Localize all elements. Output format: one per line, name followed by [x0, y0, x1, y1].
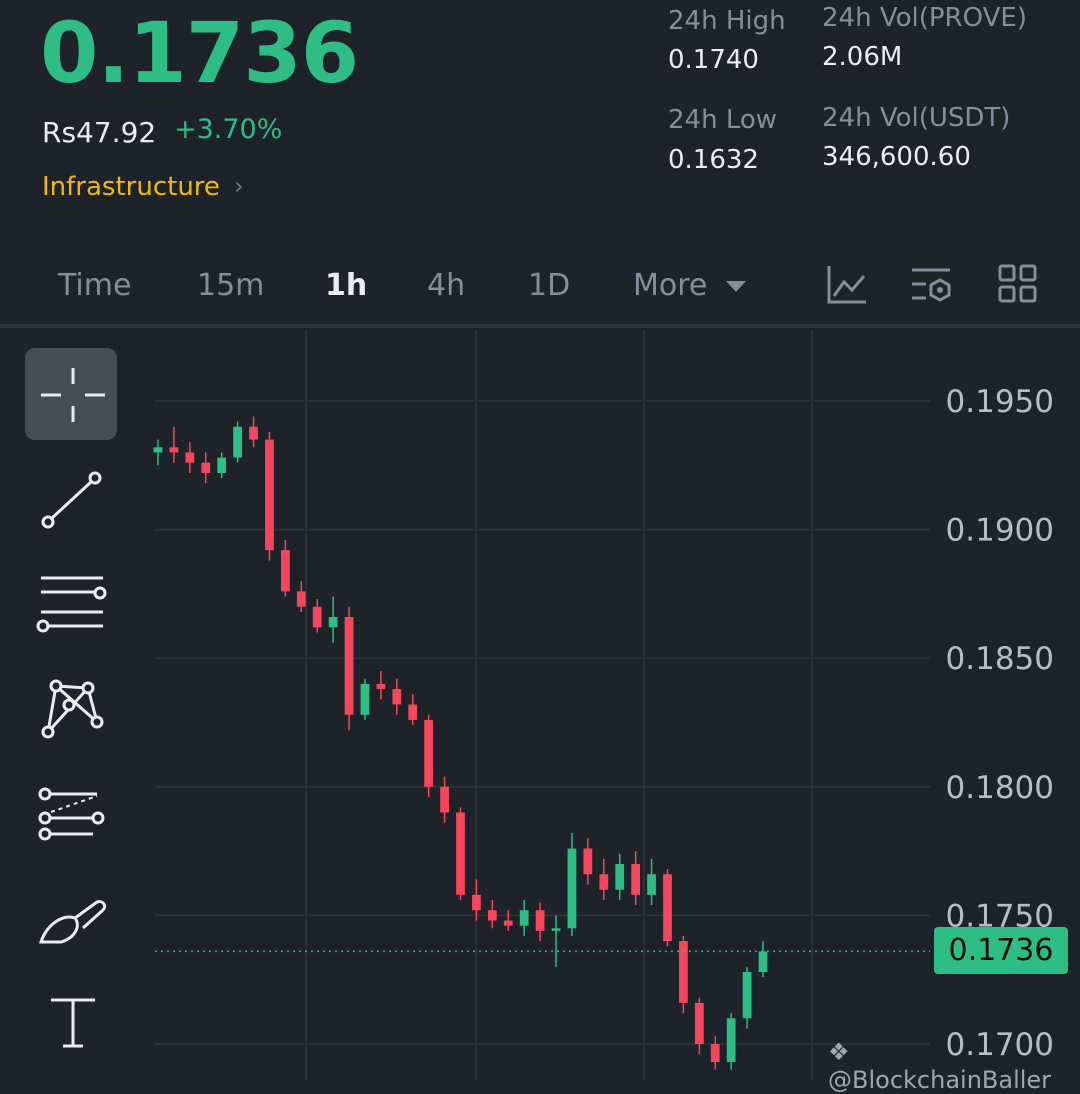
- candle-body: [344, 617, 354, 715]
- candle-body: [599, 874, 609, 890]
- candle-body: [487, 910, 497, 921]
- caret-down-icon: [725, 280, 746, 292]
- candle-body: [376, 683, 386, 690]
- horizontal-lines-icon: [36, 576, 107, 633]
- candle-body: [201, 462, 211, 474]
- y-tick-label: 0.1850: [946, 641, 1054, 677]
- tab-15m[interactable]: 15m: [197, 268, 264, 303]
- y-tick-label: 0.1900: [946, 513, 1054, 549]
- text-tool[interactable]: [25, 978, 117, 1070]
- tab-4h[interactable]: 4h: [427, 268, 465, 303]
- candle-body: [233, 426, 242, 458]
- candle-body: [265, 439, 274, 551]
- fiat-price: Rs47.92: [42, 116, 157, 149]
- tab-1d[interactable]: 1D: [528, 268, 570, 303]
- candle-body: [424, 719, 434, 787]
- category-link[interactable]: Infrastructure: [42, 172, 220, 202]
- tab-more[interactable]: More: [633, 268, 747, 303]
- candle-body: [583, 848, 593, 875]
- low-value: 0.1632: [668, 145, 759, 175]
- candle-body: [535, 910, 545, 931]
- candle-body: [647, 874, 656, 895]
- binance-logo-icon: ❖: [828, 1038, 850, 1066]
- text-tool-icon: [51, 998, 95, 1048]
- high-label: 24h High: [668, 6, 786, 36]
- tab-time[interactable]: Time: [58, 268, 131, 303]
- candle-body: [185, 452, 195, 463]
- brush-tool[interactable]: [25, 876, 117, 968]
- grid-layout-icon[interactable]: [998, 264, 1038, 304]
- candle-body: [758, 951, 768, 972]
- crosshair-icon: [41, 368, 105, 422]
- pattern-icon: [41, 679, 104, 739]
- vol-quote-value: 346,600.60: [822, 142, 971, 172]
- candle-body: [153, 447, 163, 453]
- candle-body: [726, 1018, 736, 1063]
- candle-body: [328, 617, 338, 628]
- watermark: ❖ @BlockchainBaller: [828, 1038, 1080, 1094]
- high-value: 0.1740: [668, 45, 759, 75]
- candle-body: [519, 910, 529, 926]
- chevron-right-icon[interactable]: ›: [234, 172, 244, 200]
- candle-body: [503, 920, 513, 926]
- crosshair-tool[interactable]: [25, 348, 117, 440]
- candle-body: [217, 457, 227, 474]
- candle-body: [392, 689, 402, 705]
- vol-quote-label: 24h Vol(USDT): [822, 103, 1011, 133]
- current-price-tag: 0.1736: [934, 927, 1068, 974]
- more-label: More: [633, 268, 708, 303]
- low-label: 24h Low: [668, 105, 778, 135]
- candle-body: [742, 971, 752, 1019]
- candle-body: [615, 863, 625, 890]
- candlestick-chart[interactable]: 0.19500.19000.18500.18000.17500.1700: [0, 330, 1080, 1080]
- candle-body: [280, 550, 290, 592]
- fib-channel-icon: [38, 787, 105, 841]
- vol-base-label: 24h Vol(PROVE): [822, 3, 1027, 33]
- candle-body: [169, 447, 179, 453]
- candle-body: [551, 928, 561, 931]
- candle-body: [360, 683, 370, 715]
- candle-body: [296, 591, 306, 607]
- last-price: 0.1736: [40, 4, 359, 102]
- trend-line-icon: [41, 471, 102, 529]
- tab-1h[interactable]: 1h: [325, 268, 367, 303]
- indicator-settings-icon[interactable]: [910, 264, 954, 306]
- candle-body: [472, 894, 481, 911]
- candle-body: [631, 863, 641, 895]
- line-chart-icon[interactable]: [826, 264, 868, 306]
- y-tick-label: 0.1800: [946, 770, 1054, 806]
- candle-body: [663, 874, 672, 942]
- candle-body: [456, 812, 465, 895]
- trend-line-tool[interactable]: [25, 452, 117, 544]
- candle-body: [679, 941, 688, 1003]
- candle-body: [710, 1044, 720, 1063]
- price-change-percent: +3.70%: [174, 114, 283, 145]
- candle-body: [694, 1002, 704, 1044]
- horizontal-lines-tool[interactable]: [25, 560, 117, 652]
- brush-icon: [38, 900, 107, 944]
- candle-body: [440, 786, 449, 813]
- vol-base-value: 2.06M: [822, 42, 903, 72]
- pattern-tool[interactable]: [25, 664, 117, 756]
- watermark-text: @BlockchainBaller: [828, 1066, 1052, 1094]
- interval-tabbar: Time 15m 1h 4h 1D More: [0, 258, 1080, 318]
- candle-body: [249, 426, 258, 440]
- candle-body: [312, 606, 322, 628]
- fib-channel-tool[interactable]: [25, 770, 117, 862]
- y-tick-label: 0.1950: [946, 384, 1054, 420]
- candle-body: [408, 704, 418, 720]
- candle-body: [567, 848, 577, 929]
- tab-divider: [0, 324, 1080, 328]
